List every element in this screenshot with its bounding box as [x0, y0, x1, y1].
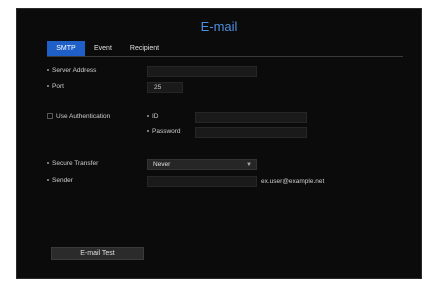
sender-input[interactable]	[147, 176, 257, 187]
port-label: Port	[52, 83, 64, 90]
tab-recipient[interactable]: Recipient	[121, 41, 168, 56]
password-row: Password	[147, 128, 181, 135]
secure-transfer-select[interactable]: Never ▼	[147, 159, 257, 170]
use-authentication-label: Use Authentication	[56, 113, 111, 120]
secure-transfer-row: Secure Transfer	[47, 160, 98, 167]
tab-event[interactable]: Event	[85, 41, 121, 56]
id-row: ID	[147, 113, 159, 120]
bullet-icon	[47, 179, 49, 182]
sender-label: Sender	[52, 177, 73, 184]
secure-transfer-label: Secure Transfer	[52, 160, 99, 167]
secure-transfer-value: Never	[153, 161, 171, 168]
sender-row: Sender	[47, 177, 73, 184]
server-address-row: Server Address	[47, 67, 96, 74]
sender-hint: ex.user@example.net	[261, 178, 325, 185]
password-label: Password	[152, 128, 181, 135]
tab-bar: SMTP Event Recipient	[47, 41, 168, 56]
tab-smtp[interactable]: SMTP	[47, 41, 85, 56]
id-label: ID	[152, 113, 159, 120]
bullet-icon	[47, 162, 49, 165]
bullet-icon	[147, 130, 149, 133]
email-test-button[interactable]: E-mail Test	[51, 247, 144, 260]
bullet-icon	[47, 85, 49, 88]
password-input[interactable]	[195, 127, 307, 138]
port-row: Port	[47, 83, 64, 90]
use-authentication-checkbox[interactable]	[47, 113, 53, 120]
use-authentication-row: Use Authentication	[47, 113, 110, 120]
bullet-icon	[47, 69, 49, 72]
id-input[interactable]	[195, 112, 307, 123]
chevron-down-icon: ▼	[246, 162, 252, 168]
bullet-icon	[147, 115, 149, 118]
dialog-title: E-mail	[200, 19, 238, 34]
port-input[interactable]: 25	[147, 82, 183, 93]
server-address-input[interactable]	[147, 66, 257, 77]
server-address-label: Server Address	[52, 67, 97, 74]
tab-divider	[47, 56, 403, 57]
email-settings-dialog: E-mail SMTP Event Recipient Server Addre…	[16, 8, 422, 279]
